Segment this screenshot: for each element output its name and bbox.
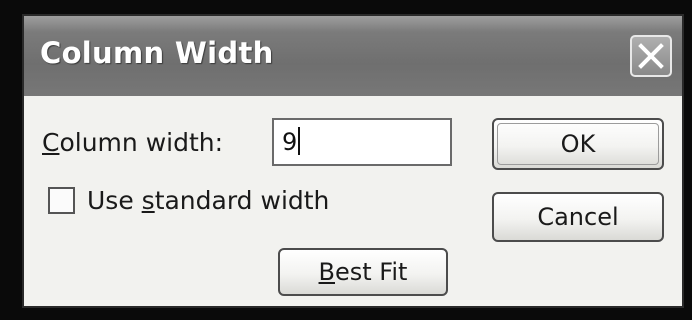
- column-width-value: 9: [282, 128, 298, 156]
- best-fit-accel: B: [318, 258, 335, 286]
- column-width-accel: C: [42, 128, 60, 157]
- cancel-button[interactable]: Cancel: [492, 192, 664, 242]
- column-width-label: Column width:: [42, 128, 223, 157]
- ok-button[interactable]: OK: [492, 118, 664, 170]
- ok-label: OK: [560, 130, 596, 158]
- column-width-label-text: olumn width:: [59, 128, 224, 157]
- use-standard-width-checkbox[interactable]: [48, 187, 75, 214]
- dialog-title: Column Width: [40, 36, 274, 70]
- use-standard-width-option[interactable]: Use standard width: [48, 186, 329, 215]
- use-standard-rest: tandard width: [154, 186, 330, 215]
- title-bar[interactable]: Column Width: [24, 16, 682, 96]
- close-x-icon: [638, 43, 664, 69]
- use-standard-width-label: Use standard width: [87, 186, 329, 215]
- use-standard-prefix: Use: [87, 186, 142, 215]
- cancel-label: Cancel: [537, 203, 619, 231]
- text-caret: [298, 127, 301, 155]
- best-fit-button[interactable]: Best Fit: [278, 248, 448, 296]
- use-standard-accel: s: [141, 186, 155, 215]
- best-fit-label: est Fit: [335, 258, 408, 286]
- column-width-dialog: Column Width Column width: 9 Use standar…: [22, 14, 684, 308]
- column-width-input[interactable]: 9: [272, 118, 452, 166]
- close-button[interactable]: [630, 35, 672, 77]
